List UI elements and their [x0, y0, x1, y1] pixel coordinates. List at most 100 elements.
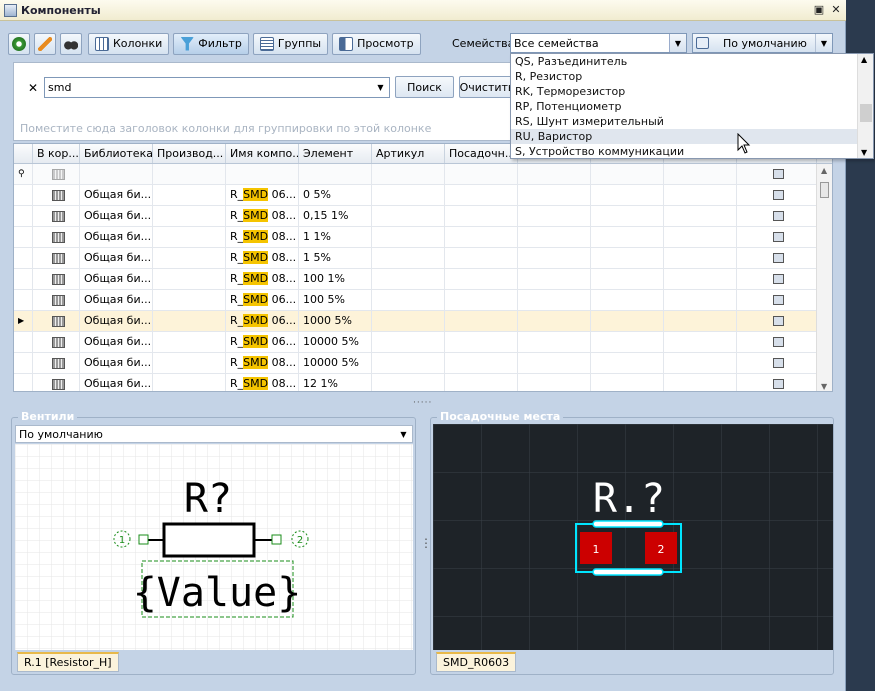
- doc-cell: [737, 353, 817, 373]
- empty-cell: [518, 185, 591, 205]
- chip-icon: [51, 252, 65, 264]
- preview-button[interactable]: Просмотр: [332, 32, 421, 55]
- table-row[interactable]: Общая би... R_SMD 08... 0,15 1%: [14, 206, 818, 227]
- view-select[interactable]: По умолчанию ▼: [692, 33, 833, 53]
- empty-cell: [445, 185, 518, 205]
- filter-cell[interactable]: [226, 164, 299, 184]
- doc-icon: [773, 253, 784, 263]
- filter-cell[interactable]: [518, 164, 591, 184]
- find-button[interactable]: [60, 32, 82, 55]
- table-row[interactable]: Общая би... R_SMD 08... 10000 5%: [14, 353, 818, 374]
- name-part: 08...: [268, 209, 297, 222]
- scroll-up-icon[interactable]: ▲: [821, 166, 827, 175]
- empty-cell: [372, 227, 445, 247]
- gate-tab[interactable]: R.1 [Resistor_H]: [17, 652, 119, 672]
- scroll-thumb[interactable]: [820, 182, 829, 198]
- filter-cell[interactable]: [737, 164, 817, 184]
- table-row[interactable]: Общая би... R_SMD 06... 0 5%: [14, 185, 818, 206]
- filter-cell[interactable]: [299, 164, 372, 184]
- dropdown-option[interactable]: RS, Шунт измерительный: [511, 114, 873, 129]
- dropdown-option[interactable]: QS, Разъединитель: [511, 54, 873, 69]
- pin2-number: 2: [297, 535, 303, 546]
- empty-cell: [372, 353, 445, 373]
- families-label: Семейства: [452, 37, 515, 50]
- column-header[interactable]: Имя компо...: [226, 144, 299, 163]
- pin2-handle[interactable]: [271, 534, 282, 545]
- schematic-designator: R?: [184, 476, 232, 522]
- search-input[interactable]: smd ▼: [44, 77, 390, 98]
- name-part: 08...: [268, 272, 297, 285]
- search-value: smd: [48, 81, 72, 94]
- dropdown-option[interactable]: RP, Потенциометр: [511, 99, 873, 114]
- horizontal-splitter[interactable]: ·····: [413, 398, 432, 408]
- search-match-highlight: SMD: [243, 230, 269, 243]
- table-row[interactable]: Общая би... R_SMD 08... 1 5%: [14, 248, 818, 269]
- families-select[interactable]: Все семейства ▼: [510, 33, 687, 53]
- scroll-up-icon[interactable]: ▲: [861, 55, 867, 64]
- empty-cell: [153, 269, 226, 289]
- filter-row[interactable]: ⚲: [14, 164, 818, 185]
- filter-cell[interactable]: [80, 164, 153, 184]
- pad1-number: 1: [593, 543, 600, 556]
- table-row[interactable]: Общая би... R_SMD 08... 100 1%: [14, 269, 818, 290]
- empty-cell: [445, 332, 518, 352]
- row-indicator: [14, 206, 33, 226]
- grid-scrollbar[interactable]: ▲ ▼: [816, 164, 832, 391]
- element-cell: 0 5%: [299, 185, 372, 205]
- column-header[interactable]: Посадочн...: [445, 144, 518, 163]
- chevron-down-icon[interactable]: ▼: [372, 78, 389, 96]
- dropdown-option-hovered[interactable]: RU, Варистор: [511, 129, 873, 144]
- pin1-handle[interactable]: [138, 534, 149, 545]
- table-row[interactable]: Общая би... R_SMD 08... 1 1%: [14, 227, 818, 248]
- table-row[interactable]: Общая би... R_SMD 06... 100 5%: [14, 290, 818, 311]
- column-header[interactable]: В кор...: [33, 144, 80, 163]
- dropdown-option[interactable]: R, Резистор: [511, 69, 873, 84]
- empty-cell: [372, 311, 445, 331]
- edit-button[interactable]: [34, 32, 56, 55]
- refresh-button[interactable]: [8, 32, 30, 55]
- chevron-down-icon[interactable]: ▼: [815, 34, 832, 52]
- table-row[interactable]: ▶ Общая би... R_SMD 06... 1000 5%: [14, 311, 818, 332]
- filter-cell[interactable]: [33, 164, 80, 184]
- chevron-down-icon[interactable]: ▼: [669, 34, 686, 52]
- columns-button[interactable]: Колонки: [88, 32, 170, 55]
- close-search-icon[interactable]: ✕: [28, 81, 38, 95]
- filter-cell[interactable]: [664, 164, 737, 184]
- dropdown-scrollbar[interactable]: ▲ ▼: [857, 54, 873, 158]
- filter-icon: [180, 36, 195, 51]
- search-button[interactable]: Поиск: [395, 76, 454, 98]
- column-header[interactable]: Элемент: [299, 144, 372, 163]
- empty-cell: [664, 206, 737, 226]
- empty-cell: [518, 248, 591, 268]
- scroll-down-icon[interactable]: ▼: [861, 148, 867, 157]
- chevron-down-icon[interactable]: ▼: [395, 426, 412, 442]
- dropdown-option[interactable]: RK, Терморезистор: [511, 84, 873, 99]
- dropdown-option[interactable]: S, Устройство коммуникации: [511, 144, 873, 159]
- clear-button[interactable]: Очистить: [459, 76, 515, 98]
- filter-cell[interactable]: [372, 164, 445, 184]
- table-row[interactable]: Общая би... R_SMD 08... 12 1%: [14, 374, 818, 391]
- gate-value: По умолчанию: [19, 427, 103, 441]
- filter-cell[interactable]: [445, 164, 518, 184]
- scroll-down-icon[interactable]: ▼: [821, 382, 827, 391]
- column-header[interactable]: Артикул: [372, 144, 445, 163]
- scroll-thumb[interactable]: [860, 104, 872, 122]
- row-indicator: [14, 332, 33, 352]
- library-cell: Общая би...: [80, 290, 153, 310]
- close-icon[interactable]: ✕: [829, 3, 843, 17]
- empty-cell: [153, 311, 226, 331]
- name-part: 06...: [268, 335, 297, 348]
- groups-button[interactable]: Группы: [252, 32, 329, 55]
- filter-button[interactable]: Фильтр: [173, 32, 249, 55]
- column-header[interactable]: Библиотека: [80, 144, 153, 163]
- families-dropdown-list[interactable]: QS, Разъединитель R, Резистор RK, Термор…: [510, 53, 874, 159]
- column-header[interactable]: Производ...: [153, 144, 226, 163]
- footprint-tab[interactable]: SMD_R0603: [436, 652, 517, 672]
- gate-select[interactable]: По умолчанию ▼: [15, 425, 413, 443]
- table-row[interactable]: Общая би... R_SMD 06... 10000 5%: [14, 332, 818, 353]
- restore-icon[interactable]: ▣: [812, 3, 826, 17]
- title-bar: Компоненты ▣ ✕: [0, 0, 846, 21]
- filter-cell[interactable]: [591, 164, 664, 184]
- groups-icon: [259, 36, 274, 51]
- filter-cell[interactable]: [153, 164, 226, 184]
